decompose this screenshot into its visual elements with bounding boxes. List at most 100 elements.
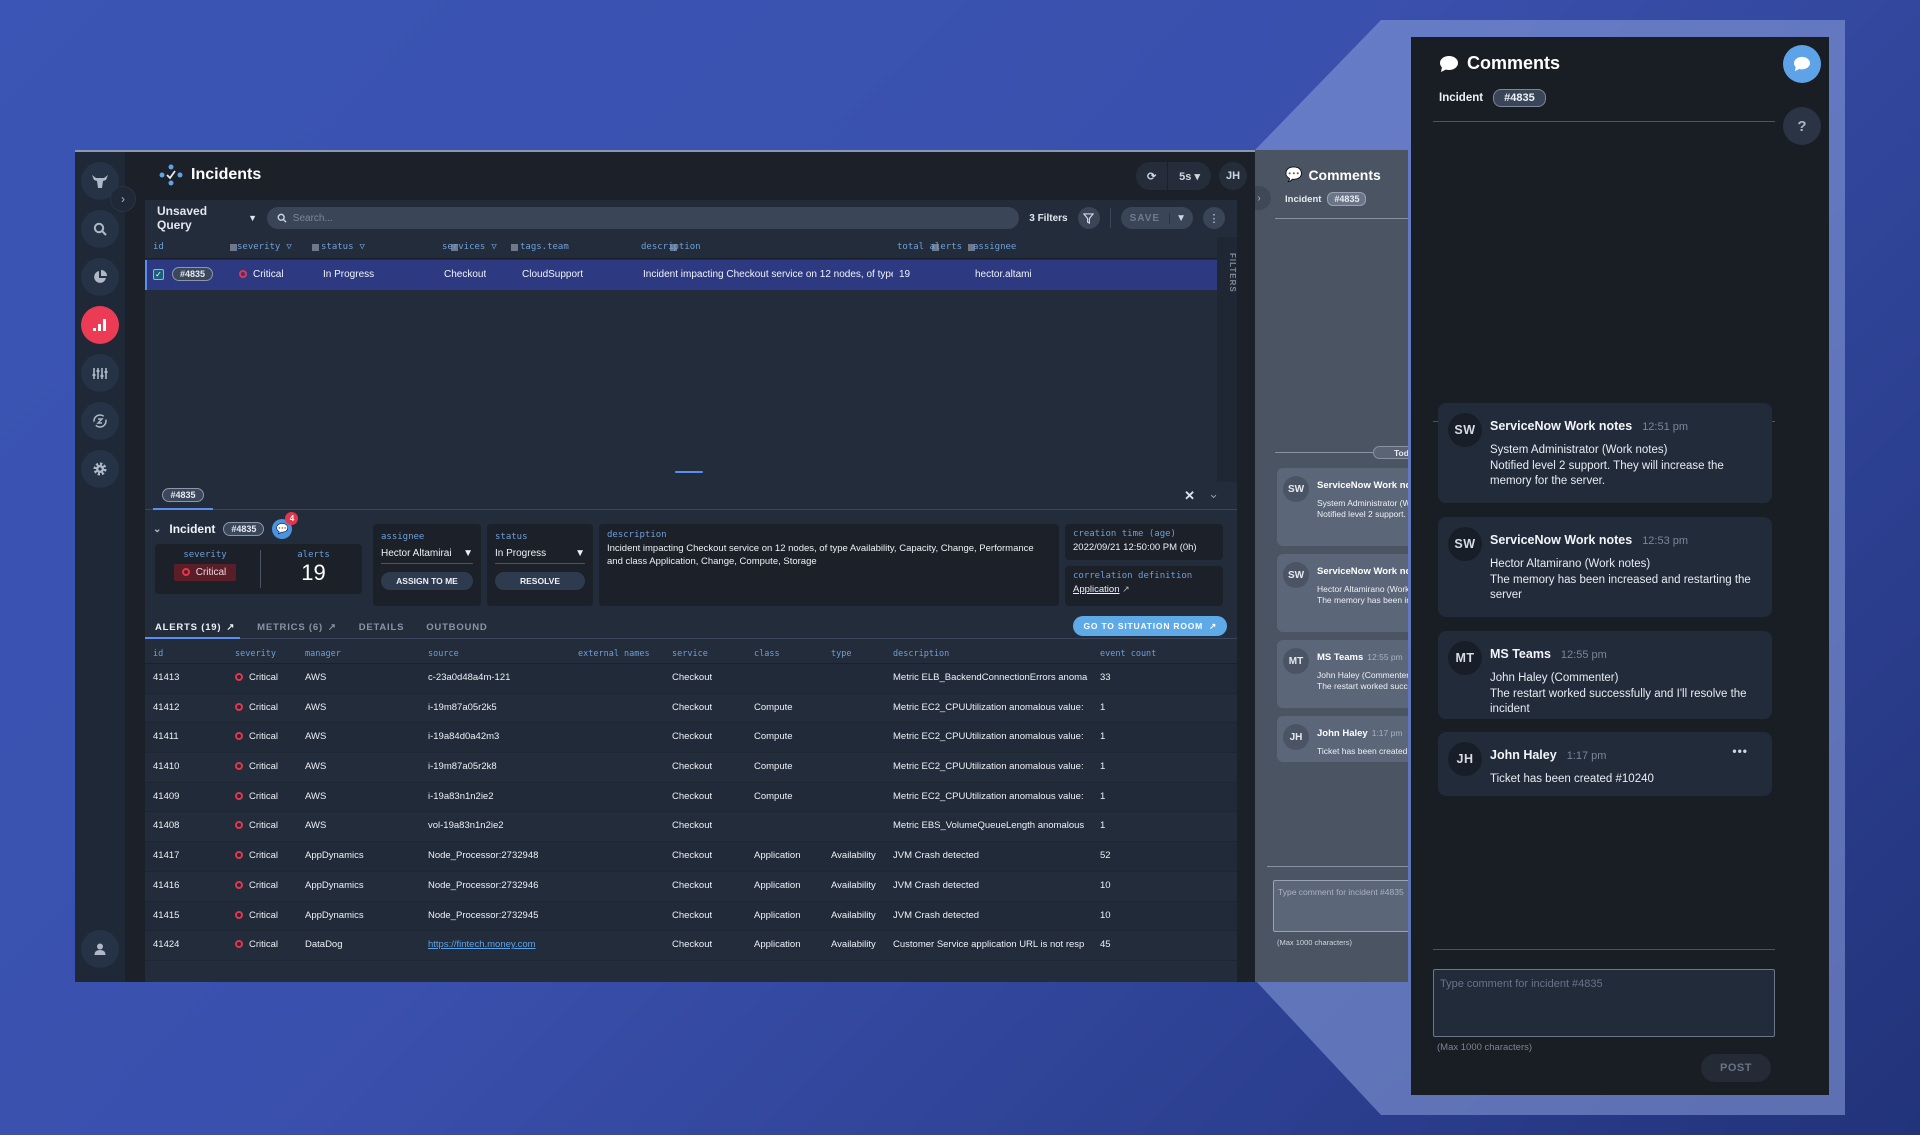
col-header-severity[interactable]: severity [235,649,276,659]
critical-icon [235,821,243,830]
filter-icon[interactable]: ▽ [360,242,365,252]
assignee-select[interactable]: Hector Altamirai ▼ [381,548,473,564]
external-link-icon[interactable]: ↗ [226,622,235,633]
alert-row[interactable]: 41409 Critical AWS i-19a83n1n2ie2 Checkout Co… [145,782,1237,813]
comment-author: ServiceNow Work notes [1490,419,1633,433]
more-options-button[interactable]: ⋮ [1203,207,1225,229]
description-cell: Metric EBS_VolumeQueueLength anomalous [893,820,1085,832]
filter-icon[interactable]: ▽ [286,242,291,252]
filter-button[interactable] [1077,207,1100,229]
col-header-description[interactable]: description [641,242,701,252]
alert-row[interactable]: 41415 Critical AppDynamics Node_Processor:2… [145,901,1237,932]
comment-input-preview[interactable]: Type comment for incident #4835 [1273,880,1408,932]
comment-card-preview: SWServiceNow Work notes12:51 pmSystem Ad… [1277,468,1408,546]
col-header-type[interactable]: type [831,649,851,659]
comment-input[interactable] [1433,969,1775,1037]
col-header-severity[interactable]: severity [237,242,280,252]
more-options-icon[interactable]: ••• [1732,744,1748,758]
col-header-description[interactable]: description [893,649,949,659]
tab-metrics[interactable]: METRICS (6) ↗ [257,622,337,633]
event-count-cell: 52 [1100,850,1111,862]
source-cell: Node_Processor:2732945 [428,909,539,921]
alert-row[interactable]: 41410 Critical AWS i-19m87a05r2k8 Checkout Co… [145,753,1237,783]
panel-resize-handle[interactable] [675,471,703,473]
col-header-total-alerts[interactable]: total alerts [897,242,962,252]
severity-cell: Critical [235,791,278,802]
tab-details[interactable]: DETAILS [359,622,405,633]
status-select[interactable]: In Progress ▼ [495,548,585,564]
post-button[interactable]: POST [1701,1054,1771,1082]
sync-icon[interactable] [81,402,119,440]
alert-row[interactable]: 41416 Critical AppDynamics Node_Processor:2… [145,872,1237,902]
external-link-icon[interactable]: ↗ [328,622,337,633]
alert-row[interactable]: 41412 Critical AWS i-19m87a05r2k5 Checkout Co… [145,694,1237,724]
save-button[interactable]: SAVE [1121,213,1170,224]
col-header-source[interactable]: source [428,649,459,659]
comment-body: System Administrator (Work notes)Notifie… [1317,498,1408,519]
col-header-id[interactable]: id [153,649,163,659]
critical-icon [235,673,243,681]
row-checkbox[interactable]: ✓ [153,268,164,280]
alerts-count: 19 [301,560,326,585]
comments-icon[interactable]: 💬 4 [272,512,299,539]
expand-sidebar-button[interactable]: › [110,186,136,212]
chevron-down-icon[interactable]: ⌄ [1208,486,1219,502]
source-link[interactable]: https://fintech.money.com [428,939,536,950]
collapse-comments-button[interactable]: › [1255,186,1271,210]
description-cell: Metric EC2_CPUUtilization anomalous valu… [893,701,1084,713]
col-header-manager[interactable]: manager [305,649,341,659]
close-icon[interactable]: ✕ [1184,488,1195,504]
save-options-dropdown[interactable]: ▼ [1169,212,1193,224]
user-avatar[interactable]: JH [1219,162,1247,190]
alert-id-cell: 41412 [153,701,180,713]
search-icon[interactable] [81,210,119,248]
filter-icon[interactable]: ▽ [491,242,496,252]
incident-row[interactable]: ✓ #4835 Critical In Progress Checkout Clo… [145,260,1217,290]
refresh-icon[interactable]: ⟳ [1136,170,1167,183]
refresh-interval-select[interactable]: 5s ▾ [1168,170,1211,183]
col-header-service[interactable]: service [672,649,708,659]
col-header-external-names[interactable]: external names [578,649,650,659]
collapse-chevron-icon[interactable]: ⌄ [153,524,161,535]
equalizer-icon[interactable] [81,354,119,392]
pie-chart-icon[interactable] [81,258,119,296]
query-select[interactable]: Unsaved Query ▼ [157,204,257,232]
col-header-event-count[interactable]: event count [1100,649,1156,659]
help-button[interactable]: ? [1783,107,1821,145]
go-to-situation-room-button[interactable]: GO TO SITUATION ROOM ↗ [1073,616,1227,636]
alert-row[interactable]: 41408 Critical AWS vol-19a83n1n2ie2 Checkout… [145,812,1237,843]
alert-row[interactable]: 41411 Critical AWS i-19a84d0a42m3 Checkout Co… [145,723,1237,754]
correlation-link[interactable]: Application [1073,584,1119,595]
comment-body: Hector Altamirano (Work notes)The memory… [1490,558,1751,601]
assign-to-me-button[interactable]: ASSIGN TO ME [381,572,473,590]
description-card: description Incident impacting Checkout … [599,524,1059,606]
external-link-icon[interactable]: ↗ [1122,584,1130,594]
alert-row[interactable]: 41417 Critical AppDynamics Node_Processor:2… [145,842,1237,872]
bar-chart-icon[interactable] [81,306,119,344]
alert-row[interactable]: 41424 Critical DataDog https://fintech.mone… [145,931,1237,961]
alert-row[interactable]: 41413 Critical AWS c-23a0d48a4m-121 Checkout… [145,664,1237,694]
comment-card: SW ServiceNow Work notes 12:51 pm System Ad… [1438,403,1772,503]
type-cell: Availability [831,879,876,891]
gear-icon[interactable] [81,450,119,488]
tab-outbound[interactable]: OUTBOUND [426,622,487,633]
chat-toggle-button[interactable] [1783,45,1821,83]
col-header-class[interactable]: class [754,649,780,659]
user-icon[interactable] [81,930,119,968]
col-header-tags-team[interactable]: tags.team [520,242,569,252]
tab-alerts[interactable]: ALERTS (19) ↗ [155,622,235,633]
col-header-status[interactable]: status [321,242,354,252]
col-header-assignee[interactable]: assignee [973,242,1016,252]
column-menu-icon[interactable] [229,243,237,251]
col-header-id[interactable]: id [153,242,164,252]
col-header-services[interactable]: services [442,242,485,252]
resolve-button[interactable]: RESOLVE [495,572,585,590]
column-menu-icon[interactable] [510,243,518,251]
comment-author: John Haley [1317,728,1368,739]
column-menu-icon[interactable] [311,243,319,251]
search-input[interactable] [292,212,1020,224]
event-count-cell: 1 [1100,820,1106,832]
manager-cell: AppDynamics [305,909,364,921]
comments-title: Comments [1308,166,1381,183]
detail-tab-incident[interactable]: #4835 [153,482,213,510]
